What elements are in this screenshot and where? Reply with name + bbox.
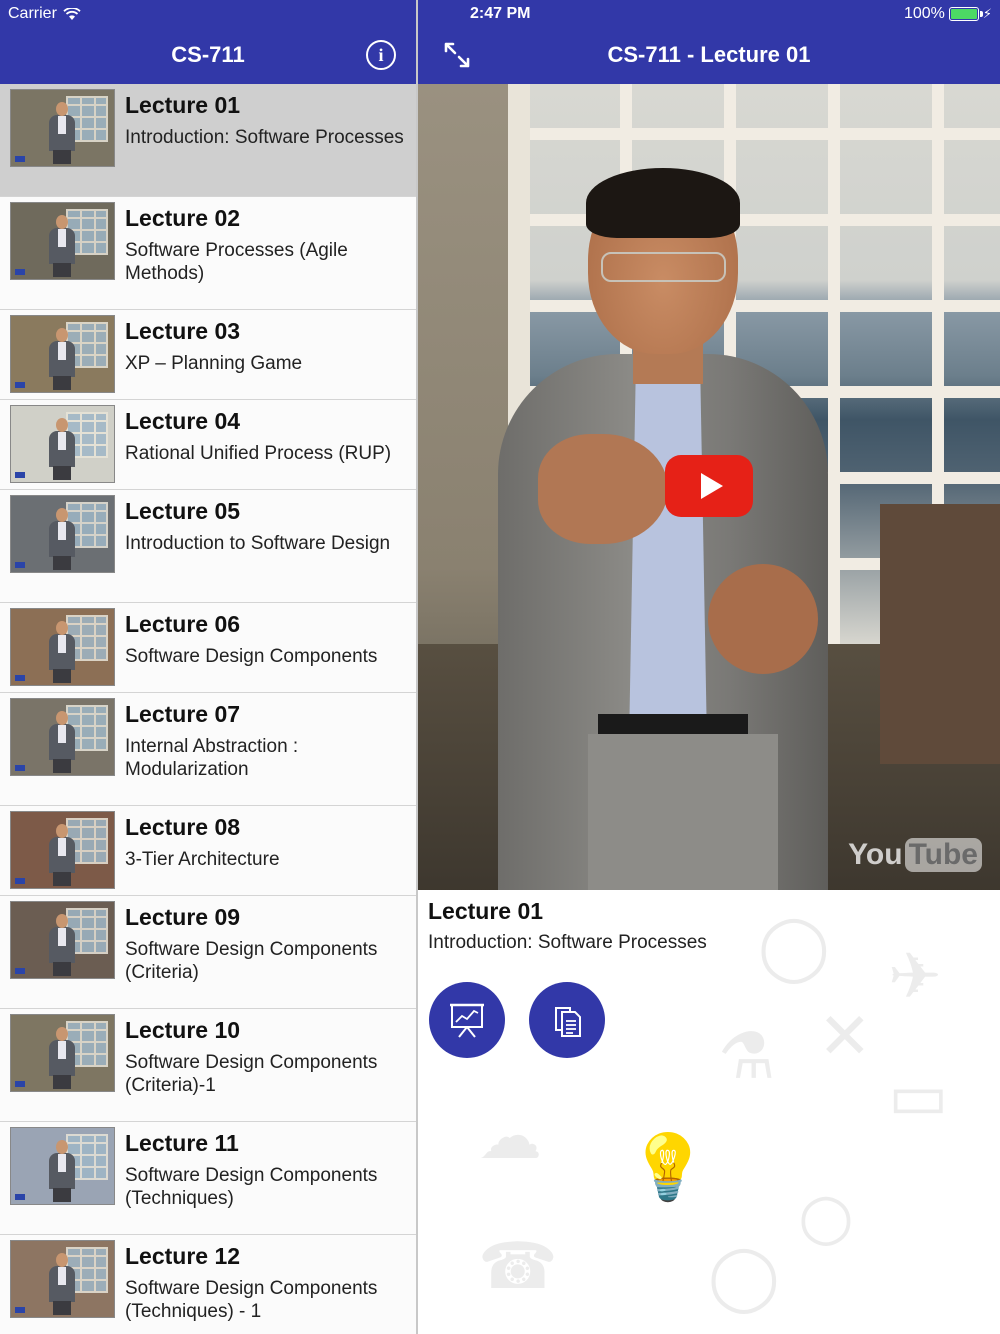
lecture-row[interactable]: Lecture 10 Software Design Components (Cr… — [0, 1009, 416, 1122]
lecture-thumbnail — [10, 811, 115, 889]
status-bar: Carrier 2:47 PM 100% ⚡ — [0, 0, 1000, 28]
lecture-row[interactable]: Lecture 01 Introduction: Software Process… — [0, 84, 416, 197]
lecture-thumbnail — [10, 698, 115, 776]
lecture-title: Lecture 06 — [125, 611, 241, 637]
lecture-row[interactable]: Lecture 06 Software Design Components — [0, 603, 416, 693]
lecture-subtitle: Software Design Components (Techniques) … — [125, 1278, 378, 1322]
list-nav-title: CS-711 — [171, 42, 245, 67]
lecture-row[interactable]: Lecture 02 Software Processes (Agile Meth… — [0, 197, 416, 310]
lecture-title: Lecture 05 — [125, 498, 241, 524]
doodle-apple-icon: ◯ — [758, 910, 830, 984]
lecture-title: Lecture 04 — [125, 408, 241, 434]
detail-nav-title: CS-711 - Lecture 01 — [607, 42, 811, 67]
lecture-subtitle: Rational Unified Process (RUP) — [125, 443, 392, 464]
lecture-title: Lecture 12 — [125, 1243, 241, 1269]
lecture-row[interactable]: Lecture 05 Introduction to Software Desig… — [0, 490, 416, 603]
lecture-title: Lecture 03 — [125, 318, 241, 344]
lecture-subtitle: Introduction to Software Design — [125, 533, 391, 554]
lecture-subtitle: Internal Abstraction : Modularization — [125, 736, 299, 780]
doodle-cross-icon: ✕ — [818, 1000, 872, 1074]
lecture-subtitle: Software Design Components (Criteria) — [125, 939, 378, 983]
youtube-play-icon[interactable] — [665, 455, 753, 517]
presentation-icon — [450, 1003, 484, 1038]
lecture-thumbnail — [10, 315, 115, 393]
carrier-label: Carrier — [8, 5, 57, 22]
lecture-subtitle: Software Design Components (Criteria)-1 — [125, 1052, 378, 1096]
handouts-button[interactable] — [529, 982, 605, 1058]
lecture-title: Lecture 08 — [125, 814, 241, 840]
lecture-title: Lecture 07 — [125, 701, 241, 727]
lecture-title: Lecture 11 — [125, 1130, 239, 1156]
doodle-bulb-icon-2: ○ — [798, 1180, 854, 1254]
lecture-subtitle: Software Design Components — [125, 646, 378, 667]
lecture-subtitle: 3-Tier Architecture — [125, 849, 280, 870]
lecture-title: Lecture 02 — [125, 205, 241, 231]
lecture-subtitle: Introduction: Software Processes — [125, 127, 404, 148]
lecture-thumbnail — [10, 608, 115, 686]
doodle-bulb-icon: 💡 — [628, 1131, 708, 1205]
lecture-subtitle: XP – Planning Game — [125, 353, 303, 374]
lecture-row[interactable]: Lecture 07 Internal Abstraction : Modular… — [0, 693, 416, 806]
lecture-thumbnail — [10, 1014, 115, 1092]
lecture-title: Lecture 09 — [125, 904, 241, 930]
lecture-row[interactable]: Lecture 08 3-Tier Architecture — [0, 806, 416, 896]
charging-icon: ⚡ — [982, 6, 992, 21]
video-player[interactable]: You Tube — [418, 84, 1000, 890]
battery-indicator: 100% ⚡ — [904, 5, 992, 23]
doodle-notes-icon: ▭ — [888, 1060, 949, 1134]
lecture-list[interactable]: Lecture 01 Introduction: Software Process… — [0, 84, 416, 1334]
detail-nav-bar: CS-711 - Lecture 01 — [418, 28, 1000, 84]
lecture-title: Lecture 10 — [125, 1017, 241, 1043]
detail-title: Lecture 01 — [428, 898, 544, 924]
lecture-row[interactable]: Lecture 11 Software Design Components (Te… — [0, 1122, 416, 1235]
lecture-row[interactable]: Lecture 04 Rational Unified Process (RUP) — [0, 400, 416, 490]
lecture-subtitle: Software Design Components (Techniques) — [125, 1165, 378, 1209]
youtube-watermark: You Tube — [848, 838, 982, 872]
battery-icon — [948, 7, 983, 21]
lecture-row[interactable]: Lecture 12 Software Design Components (Te… — [0, 1235, 416, 1334]
info-icon[interactable]: i — [366, 40, 396, 70]
carrier-indicator: Carrier — [8, 5, 81, 23]
wifi-icon — [63, 8, 81, 20]
youtube-watermark-you: You — [848, 838, 903, 871]
lecture-row[interactable]: Lecture 03 XP – Planning Game — [0, 310, 416, 400]
handouts-icon — [555, 1007, 581, 1037]
lecture-subtitle: Software Processes (Agile Methods) — [125, 240, 348, 284]
lecture-thumbnail — [10, 405, 115, 483]
lecture-thumbnail — [10, 89, 115, 167]
lecture-thumbnail — [10, 901, 115, 979]
battery-percent: 100% — [903, 5, 945, 22]
lecture-thumbnail — [10, 1240, 115, 1318]
status-time: 2:47 PM — [470, 5, 531, 22]
youtube-watermark-tube: Tube — [904, 838, 982, 872]
doodle-phone-icon: ☎ — [478, 1230, 558, 1304]
doodle-apple-icon-2: ◯ — [708, 1240, 780, 1314]
detail-subtitle: Introduction: Software Processes — [428, 932, 707, 953]
lecture-details: ◯ ✈ ✕ ⚗ ▭ ☁ 💡 ○ ☎ ◯ Lecture 01 Introduct… — [418, 890, 1000, 1334]
presentation-button[interactable] — [429, 982, 505, 1058]
lecture-thumbnail — [10, 495, 115, 573]
video-presenter — [468, 168, 868, 890]
doodle-plane-icon: ✈ — [888, 940, 942, 1014]
list-nav-bar: CS-711 i — [0, 28, 416, 84]
lecture-thumbnail — [10, 1127, 115, 1205]
lecture-title: Lecture 01 — [125, 92, 241, 118]
doodle-cloud-icon: ☁ — [478, 1100, 542, 1174]
top-bar: Carrier 2:47 PM 100% ⚡ CS-711 i CS-711 -… — [0, 0, 1000, 84]
doodle-flask-icon: ⚗ — [718, 1020, 776, 1094]
lecture-row[interactable]: Lecture 09 Software Design Components (Cr… — [0, 896, 416, 1009]
video-shelf — [880, 504, 1000, 764]
lecture-thumbnail — [10, 202, 115, 280]
